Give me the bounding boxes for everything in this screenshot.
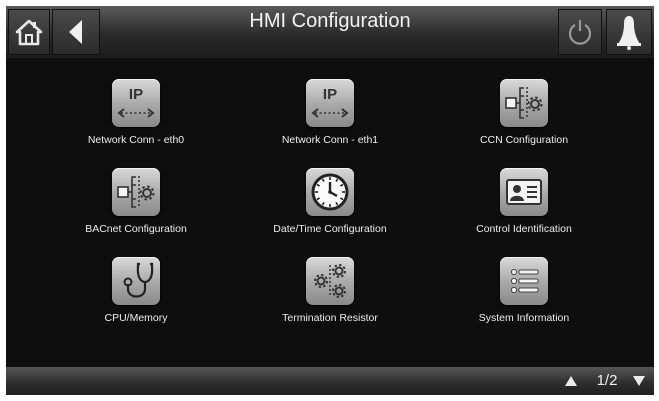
tile-bacnet-configuration[interactable]: BACnet Configuration xyxy=(46,168,226,256)
tile-network-conn-eth1[interactable]: IP Network Conn - eth1 xyxy=(240,79,420,167)
tile-termination-resistor[interactable]: Termination Resistor xyxy=(240,257,420,345)
tile-label: Network Conn - eth1 xyxy=(281,134,379,146)
tile-label: Network Conn - eth0 xyxy=(87,134,185,146)
network-ip-icon: IP xyxy=(112,79,160,127)
tile-system-information[interactable]: System Information xyxy=(434,257,614,345)
tile-cpu-memory[interactable]: CPU/Memory xyxy=(46,257,226,345)
stethoscope-icon xyxy=(112,257,160,305)
power-button[interactable] xyxy=(558,9,602,55)
tile-ccn-configuration[interactable]: CCN Configuration xyxy=(434,79,614,167)
tile-label: Control Identification xyxy=(476,223,572,235)
hmi-screen: HMI Configuration IP Network Conn - eth0… xyxy=(6,6,654,395)
page-up-button[interactable] xyxy=(556,367,586,395)
triangle-down-icon xyxy=(633,376,645,386)
page-indicator: 1/2 xyxy=(596,372,618,389)
list-icon xyxy=(500,257,548,305)
top-bar: HMI Configuration xyxy=(6,6,654,58)
tile-label: Termination Resistor xyxy=(282,312,378,324)
gears-icon xyxy=(306,257,354,305)
id-card-icon xyxy=(500,168,548,216)
network-ip-icon: IP xyxy=(306,79,354,127)
page-title: HMI Configuration xyxy=(249,10,411,32)
network-config-icon xyxy=(500,79,548,127)
clock-icon xyxy=(306,168,354,216)
power-icon xyxy=(568,20,592,45)
tile-network-conn-eth0[interactable]: IP Network Conn - eth0 xyxy=(46,79,226,167)
bottom-bar: 1/2 xyxy=(6,367,654,395)
tile-label: Date/Time Configuration xyxy=(273,223,387,235)
ip-text: IP xyxy=(129,86,143,103)
tile-date-time-configuration[interactable]: Date/Time Configuration xyxy=(240,168,420,256)
network-config-icon xyxy=(112,168,160,216)
tile-label: CCN Configuration xyxy=(479,134,569,146)
tile-label: System Information xyxy=(478,312,570,324)
tile-control-identification[interactable]: Control Identification xyxy=(434,168,614,256)
page-down-button[interactable] xyxy=(624,367,654,395)
ip-text: IP xyxy=(323,86,337,103)
triangle-up-icon xyxy=(565,376,577,386)
tile-label: BACnet Configuration xyxy=(85,223,187,235)
tile-label: CPU/Memory xyxy=(104,312,168,324)
alarm-bell-icon xyxy=(617,16,641,50)
alarm-button[interactable] xyxy=(606,9,652,55)
